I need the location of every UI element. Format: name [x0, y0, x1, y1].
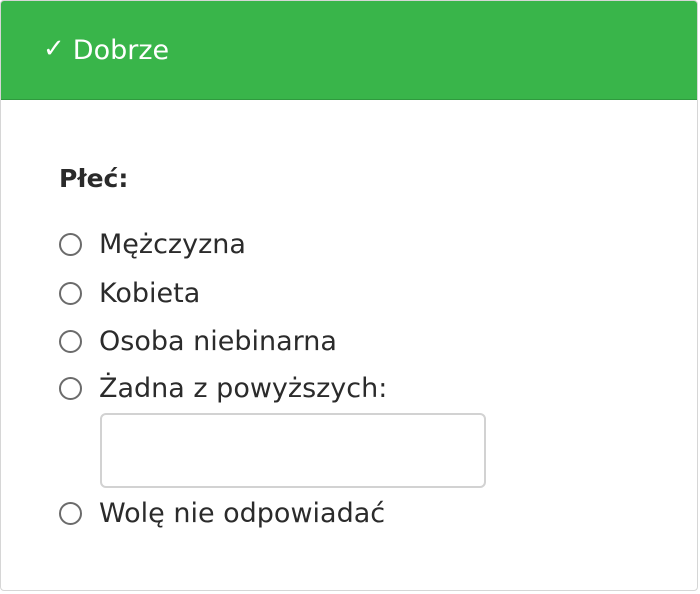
radio-none-of-the-above[interactable]: [59, 377, 82, 400]
option-male[interactable]: Mężczyzna: [59, 231, 246, 258]
option-label: Wolę nie odpowiadać: [99, 498, 386, 529]
radio-male[interactable]: [59, 233, 82, 256]
option-label: Żadna z powyższych:: [99, 373, 388, 404]
radio-prefer-not-to-say[interactable]: [59, 502, 82, 525]
option-label: Osoba niebinarna: [99, 326, 337, 357]
option-nonbinary[interactable]: Osoba niebinarna: [59, 328, 337, 355]
option-female[interactable]: Kobieta: [59, 280, 200, 307]
header-title: Dobrze: [72, 34, 170, 66]
feedback-card: ✓ Dobrze Płeć: Mężczyzna Kobieta Osoba n…: [0, 0, 698, 591]
gender-question-label: Płeć:: [59, 164, 129, 193]
other-gender-input[interactable]: [100, 413, 486, 488]
option-none-of-the-above[interactable]: Żadna z powyższych:: [59, 375, 387, 402]
option-prefer-not-to-say[interactable]: Wolę nie odpowiadać: [59, 500, 385, 527]
option-label: Mężczyzna: [99, 229, 246, 260]
radio-nonbinary[interactable]: [59, 330, 82, 353]
check-icon: ✓: [43, 34, 65, 64]
radio-female[interactable]: [59, 282, 82, 305]
success-header: ✓ Dobrze: [1, 1, 697, 100]
option-label: Kobieta: [99, 278, 201, 309]
